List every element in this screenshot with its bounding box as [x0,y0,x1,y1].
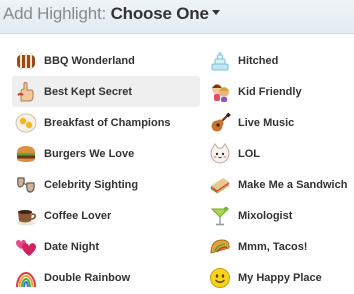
highlight-label: Celebrity Sighting [44,178,139,191]
highlight-option[interactable]: Kid Friendly [206,76,354,107]
highlight-option[interactable]: Coffee Lover [12,200,200,231]
cat-face-icon [208,142,232,166]
highlight-label: Burgers We Love [44,147,135,160]
coffee-cup-icon [14,204,38,228]
highlight-header: Add Highlight: Choose One [0,0,354,34]
highlight-label: Best Kept Secret [44,85,133,98]
highlight-option[interactable]: My Happy Place [206,262,354,293]
highlight-label: Live Music [238,116,295,129]
highlight-option[interactable]: Mmm, Tacos! [206,231,354,262]
highlight-option[interactable]: Double Rainbow [12,262,200,293]
highlight-option[interactable]: LOL [206,138,354,169]
dropdown-label: Choose One [110,4,209,23]
shush-hand-icon [14,80,38,104]
highlight-label: Breakfast of Champions [44,116,171,129]
highlight-column-right: Hitched Kid Friendly Live Music LOL Make… [206,45,354,293]
kids-icon [208,80,232,104]
highlight-label: Hitched [238,54,279,67]
wedding-cake-icon [208,49,232,73]
highlight-option-selected[interactable]: Best Kept Secret [12,76,200,107]
taco-icon [208,235,232,259]
highlight-label: Coffee Lover [44,209,112,222]
highlight-label: BBQ Wonderland [44,54,135,67]
smiley-icon [208,266,232,290]
highlight-option[interactable]: Hitched [206,45,354,76]
burger-icon [14,142,38,166]
hearts-icon [14,235,38,259]
highlight-option[interactable]: Live Music [206,107,354,138]
guitar-icon [208,111,232,135]
highlight-option[interactable]: Date Night [12,231,200,262]
highlight-label: Kid Friendly [238,85,302,98]
cocktail-icon [208,204,232,228]
highlight-label: Double Rainbow [44,271,131,284]
highlight-label: Mixologist [238,209,293,222]
highlight-option[interactable]: Make Me a Sandwich [206,169,354,200]
header-title: Add Highlight: [3,4,107,23]
highlight-option[interactable]: Breakfast of Champions [12,107,200,138]
highlight-label: LOL [238,147,260,160]
caret-down-icon [211,10,220,16]
highlight-options-panel: BBQ Wonderland Best Kept Secret Breakfas… [0,34,354,294]
sunglasses-icon [14,173,38,197]
ribs-icon [14,49,38,73]
highlight-option[interactable]: Burgers We Love [12,138,200,169]
highlight-label: Mmm, Tacos! [238,240,308,253]
highlight-column-left: BBQ Wonderland Best Kept Secret Breakfas… [12,45,200,293]
choose-one-dropdown[interactable]: Choose One [111,4,220,23]
highlight-option[interactable]: Mixologist [206,200,354,231]
highlight-label: Make Me a Sandwich [238,178,348,191]
rainbow-icon [14,266,38,290]
highlight-label: My Happy Place [238,271,322,284]
highlight-option[interactable]: BBQ Wonderland [12,45,200,76]
sandwich-icon [208,173,232,197]
eggs-icon [14,111,38,135]
highlight-option[interactable]: Celebrity Sighting [12,169,200,200]
highlight-label: Date Night [44,240,99,253]
